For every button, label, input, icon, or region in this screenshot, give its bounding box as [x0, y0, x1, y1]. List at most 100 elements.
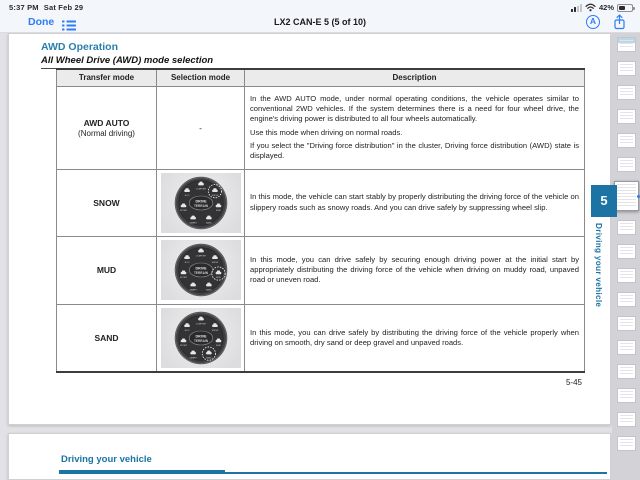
thumbnail-page[interactable]: [617, 436, 636, 451]
svg-text:ECO: ECO: [184, 194, 189, 196]
thumbnail-page[interactable]: [617, 37, 636, 52]
svg-text:DRIVE: DRIVE: [195, 334, 207, 338]
thumbnail-page[interactable]: [617, 157, 636, 172]
selection-mode-cell: DRIVETERRAIN COMFORT SNOW MUD SAND SMART SPORT…: [157, 304, 245, 372]
svg-text:COMFORT: COMFORT: [195, 255, 206, 257]
transfer-mode-cell: SNOW: [57, 169, 157, 236]
svg-text:SNOW: SNOW: [211, 330, 218, 332]
cellular-signal-icon: [571, 4, 582, 12]
svg-text:TERRAIN: TERRAIN: [194, 271, 209, 275]
battery-percent: 42%: [599, 3, 614, 12]
description-cell: In this mode, you can drive safely by se…: [245, 236, 585, 304]
battery-icon: [617, 4, 633, 12]
chapter-vertical-label[interactable]: Driving your vehicle: [594, 223, 603, 323]
col-header-selection-mode: Selection mode: [157, 69, 245, 86]
selection-mode-cell: DRIVETERRAIN COMFORT SNOW MUD SAND SMART SPORT…: [157, 236, 245, 304]
transfer-mode-cell: SAND: [57, 304, 157, 372]
description-paragraph: If you select the "Driving force distrib…: [250, 141, 579, 161]
svg-text:TERRAIN: TERRAIN: [194, 203, 209, 207]
thumbnail-page[interactable]: [617, 388, 636, 403]
svg-text:MUD: MUD: [216, 345, 221, 347]
selection-mode-cell: -: [157, 86, 245, 169]
table-header-row: Transfer mode Selection mode Description: [57, 69, 585, 86]
svg-text:SNOW: SNOW: [211, 194, 218, 196]
thumbnail-page[interactable]: [617, 316, 636, 331]
share-icon: [613, 14, 626, 30]
awd-mode-table: Transfer mode Selection mode Description…: [56, 68, 585, 373]
svg-text:COMFORT: COMFORT: [195, 323, 206, 325]
thumbnail-page[interactable]: [617, 109, 636, 124]
transfer-mode-cell: MUD: [57, 236, 157, 304]
document-title: LX2 CAN-E 5 (5 of 10): [0, 17, 640, 27]
svg-text:SAND: SAND: [205, 221, 211, 224]
svg-text:SAND: SAND: [205, 356, 211, 359]
table-row-mud: MUD DRIVETERRAIN COMFORT SNOW MUD SAND SMART S…: [57, 236, 585, 304]
svg-text:DRIVE: DRIVE: [195, 266, 207, 270]
description-cell: In this mode, the vehicle can start stab…: [245, 169, 585, 236]
page-number: 5-45: [566, 378, 582, 387]
wifi-icon: [585, 3, 596, 12]
thumbnail-page[interactable]: [617, 292, 636, 307]
svg-text:DRIVE: DRIVE: [195, 199, 207, 203]
table-row-sand: SAND DRIVETERRAIN COMFORT SNOW MUD SAND SMART…: [57, 304, 585, 372]
svg-text:SMART: SMART: [189, 221, 197, 224]
svg-text:MUD: MUD: [216, 210, 221, 212]
svg-text:SNOW: SNOW: [211, 262, 218, 264]
svg-text:SMART: SMART: [189, 288, 197, 291]
thumbnail-page[interactable]: [617, 340, 636, 355]
svg-text:SPORT: SPORT: [179, 210, 187, 212]
description-paragraph: In the AWD AUTO mode, under normal opera…: [250, 94, 579, 124]
pdf-toolbar: Done LX2 CAN-E 5 (5 of 10) A: [0, 13, 640, 33]
chapter-heading-underline-bar: [59, 470, 225, 474]
share-button[interactable]: [613, 14, 626, 35]
thumbnail-page[interactable]: [617, 244, 636, 259]
transfer-mode-cell: AWD AUTO (Normal driving): [57, 86, 157, 169]
next-page-chapter-heading: Driving your vehicle: [61, 454, 152, 465]
svg-text:ECO: ECO: [184, 330, 189, 332]
description-paragraph: In this mode, you can drive safely by di…: [250, 328, 579, 348]
thumbnail-page[interactable]: [617, 364, 636, 379]
chapter-heading-rule: [225, 472, 607, 474]
svg-text:MUD: MUD: [216, 277, 221, 279]
thumbnail-current-page[interactable]: [614, 181, 639, 211]
selection-mode-cell: DRIVETERRAIN COMFORT SNOW MUD SAND SMART SPORT…: [157, 169, 245, 236]
col-header-description: Description: [245, 69, 585, 86]
next-pdf-page: Driving your vehicle: [8, 433, 611, 480]
thumbnail-page[interactable]: [617, 268, 636, 283]
pdf-page: AWD Operation All Wheel Drive (AWD) mode…: [8, 33, 611, 425]
status-time-date: 5:37 PM Sat Feb 29: [9, 3, 88, 12]
svg-text:SPORT: SPORT: [179, 277, 187, 279]
mode-name: AWD AUTO: [84, 118, 130, 128]
circled-a-icon: A: [590, 16, 596, 26]
section-heading: AWD Operation: [41, 41, 118, 53]
svg-text:ECO: ECO: [184, 262, 189, 264]
thumbnail-page[interactable]: [617, 61, 636, 76]
description-paragraph: Use this mode when driving on normal roa…: [250, 128, 579, 138]
col-header-transfer-mode: Transfer mode: [57, 69, 157, 86]
top-chrome: 5:37 PM Sat Feb 29 42% Done LX2 CAN-E 5 (…: [0, 0, 640, 33]
thumbnail-strip[interactable]: [612, 33, 640, 480]
description-cell: In this mode, you can drive safely by di…: [245, 304, 585, 372]
drive-mode-dial-image: DRIVETERRAIN COMFORT SNOW MUD SAND SMART SPORT…: [161, 308, 241, 368]
description-paragraph: In this mode, the vehicle can start stab…: [250, 192, 579, 212]
mode-subname: (Normal driving): [57, 129, 156, 138]
svg-text:TERRAIN: TERRAIN: [194, 339, 209, 343]
thumbnail-page[interactable]: [617, 412, 636, 427]
thumbnail-page[interactable]: [617, 220, 636, 235]
chapter-tab[interactable]: 5: [591, 185, 617, 217]
subheading: All Wheel Drive (AWD) mode selection: [41, 55, 584, 69]
description-paragraph: In this mode, you can drive safely by se…: [250, 255, 579, 285]
appearance-button[interactable]: A: [586, 15, 600, 29]
status-time: 5:37 PM: [9, 3, 39, 12]
svg-text:SMART: SMART: [189, 356, 197, 359]
thumbnail-page[interactable]: [617, 85, 636, 100]
thumbnail-page[interactable]: [617, 133, 636, 148]
table-row-awd-auto: AWD AUTO (Normal driving) - In the AWD A…: [57, 86, 585, 169]
svg-text:COMFORT: COMFORT: [195, 188, 206, 190]
svg-text:SAND: SAND: [205, 288, 211, 291]
drive-mode-dial-image: DRIVETERRAIN COMFORT SNOW MUD SAND SMART SPORT…: [161, 240, 241, 300]
table-row-snow: SNOW DRIVETERRAIN COMFORT SNOW MUD SAND SMART…: [57, 169, 585, 236]
svg-text:SPORT: SPORT: [179, 345, 187, 347]
status-date: Sat Feb 29: [44, 3, 84, 12]
description-cell: In the AWD AUTO mode, under normal opera…: [245, 86, 585, 169]
